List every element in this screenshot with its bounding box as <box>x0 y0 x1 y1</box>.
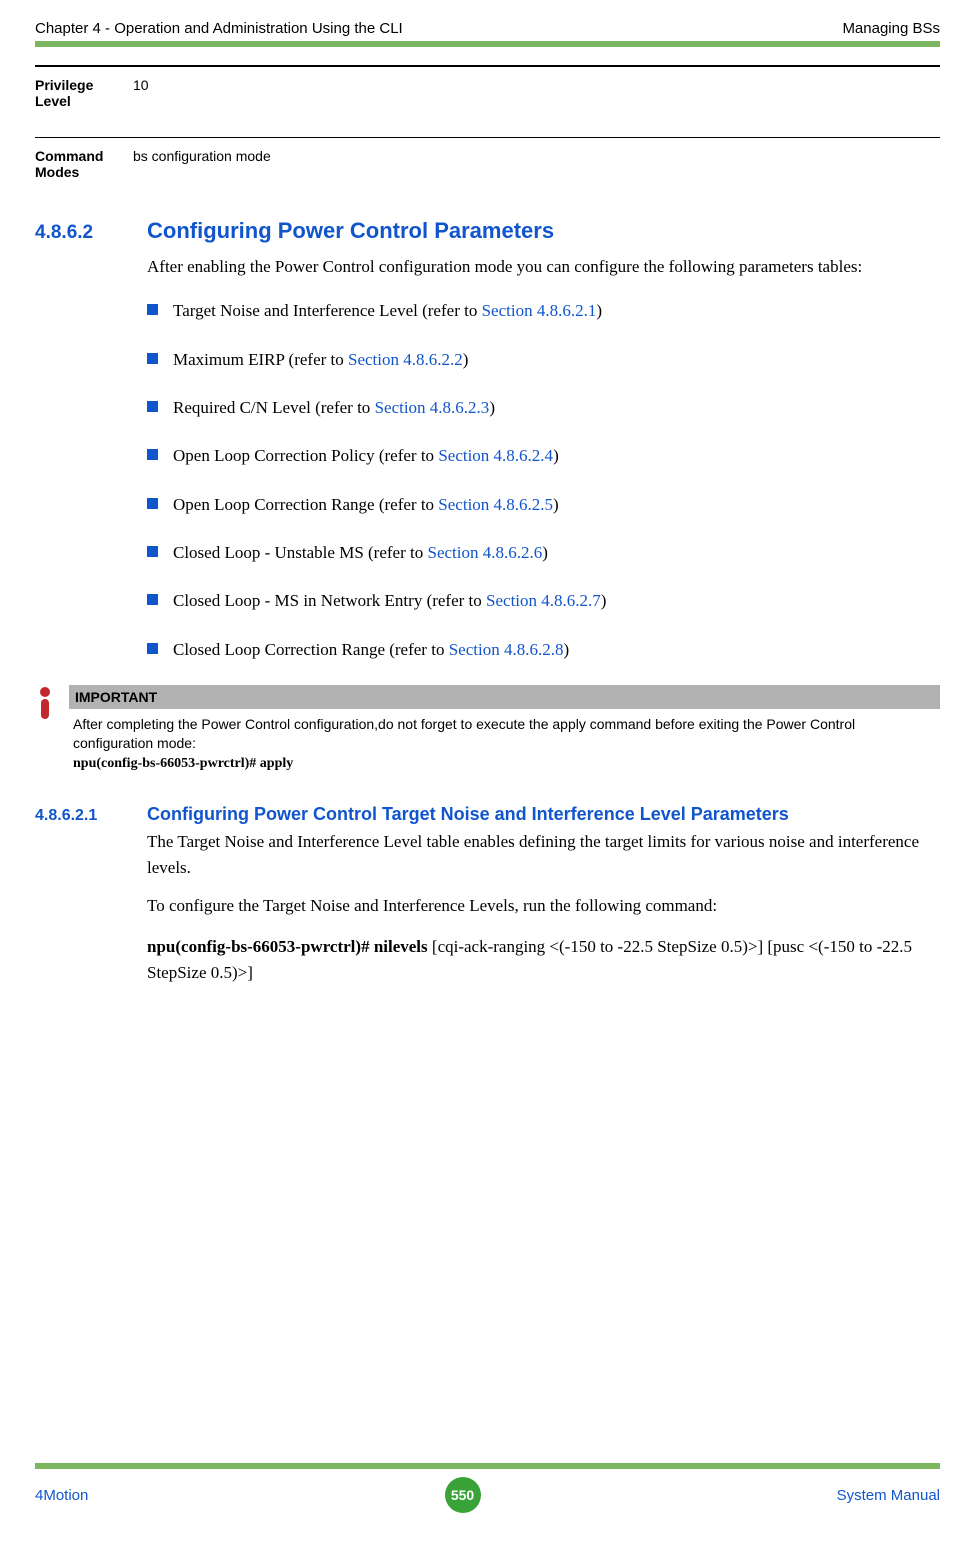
bullet-post: ) <box>463 350 469 369</box>
bullet-post: ) <box>601 591 607 610</box>
section-link[interactable]: Section 4.8.6.2.1 <box>482 301 597 320</box>
section-link[interactable]: Section 4.8.6.2.2 <box>348 350 463 369</box>
footer-left: 4Motion <box>35 1487 88 1504</box>
section-number: 4.8.6.2 <box>35 222 147 244</box>
subsection-p1: The Target Noise and Interference Level … <box>147 829 940 882</box>
command-bold: npu(config-bs-66053-pwrctrl)# nilevels <box>147 937 428 956</box>
section-link[interactable]: Section 4.8.6.2.6 <box>427 543 542 562</box>
footer-right-link[interactable]: System Manual <box>837 1487 940 1504</box>
bullet-post: ) <box>553 495 559 514</box>
note-text-line: After completing the Power Control confi… <box>73 716 855 751</box>
page-number-badge: 550 <box>445 1477 481 1513</box>
bullet-pre: Closed Loop - Unstable MS (refer to <box>173 543 427 562</box>
section-link[interactable]: Section 4.8.6.2.3 <box>375 398 490 417</box>
list-item: Target Noise and Interference Level (ref… <box>147 298 940 324</box>
header-left: Chapter 4 - Operation and Administration… <box>35 20 403 37</box>
meta-table: Privilege Level 10 Command Modes bs conf… <box>35 65 940 208</box>
modes-value: bs configuration mode <box>127 138 271 208</box>
list-item: Required C/N Level (refer to Section 4.8… <box>147 395 940 421</box>
section-link[interactable]: Section 4.8.6.2.5 <box>438 495 553 514</box>
section-title: Configuring Power Control Parameters <box>147 218 554 244</box>
section-link[interactable]: Section 4.8.6.2.8 <box>449 640 564 659</box>
note-title: IMPORTANT <box>69 685 940 709</box>
command-line: npu(config-bs-66053-pwrctrl)# nilevels [… <box>147 934 940 987</box>
important-note: IMPORTANT After completing the Power Con… <box>35 685 940 774</box>
list-item: Closed Loop - Unstable MS (refer to Sect… <box>147 540 940 566</box>
bullet-list: Target Noise and Interference Level (ref… <box>147 298 940 663</box>
subsection-heading: 4.8.6.2.1 Configuring Power Control Targ… <box>35 804 940 825</box>
bullet-post: ) <box>596 301 602 320</box>
bullet-post: ) <box>542 543 548 562</box>
note-command: npu(config-bs-66053-pwrctrl)# apply <box>73 756 293 771</box>
page-footer: 4Motion 550 System Manual <box>35 1463 940 1513</box>
bullet-pre: Open Loop Correction Policy (refer to <box>173 446 438 465</box>
meta-row-privilege: Privilege Level 10 <box>35 65 940 137</box>
section-link[interactable]: Section 4.8.6.2.4 <box>438 446 553 465</box>
bullet-pre: Closed Loop - MS in Network Entry (refer… <box>173 591 486 610</box>
list-item: Closed Loop Correction Range (refer to S… <box>147 637 940 663</box>
bullet-post: ) <box>489 398 495 417</box>
bullet-pre: Target Noise and Interference Level (ref… <box>173 301 482 320</box>
meta-row-modes: Command Modes bs configuration mode <box>35 137 940 208</box>
privilege-label: Privilege Level <box>35 67 127 137</box>
subsection-title: Configuring Power Control Target Noise a… <box>147 804 789 825</box>
header-right: Managing BSs <box>842 20 940 37</box>
bullet-pre: Closed Loop Correction Range (refer to <box>173 640 449 659</box>
list-item: Open Loop Correction Range (refer to Sec… <box>147 492 940 518</box>
list-item: Open Loop Correction Policy (refer to Se… <box>147 443 940 469</box>
bullet-pre: Maximum EIRP (refer to <box>173 350 348 369</box>
section-intro: After enabling the Power Control configu… <box>147 254 940 280</box>
section-link[interactable]: Section 4.8.6.2.7 <box>486 591 601 610</box>
page-header: Chapter 4 - Operation and Administration… <box>35 20 940 47</box>
subsection-number: 4.8.6.2.1 <box>35 807 147 825</box>
list-item: Closed Loop - MS in Network Entry (refer… <box>147 588 940 614</box>
bullet-pre: Open Loop Correction Range (refer to <box>173 495 438 514</box>
bullet-post: ) <box>563 640 569 659</box>
section-heading: 4.8.6.2 Configuring Power Control Parame… <box>35 218 940 244</box>
bullet-post: ) <box>553 446 559 465</box>
list-item: Maximum EIRP (refer to Section 4.8.6.2.2… <box>147 347 940 373</box>
note-text: After completing the Power Control confi… <box>69 709 940 774</box>
important-icon <box>35 685 69 774</box>
privilege-value: 10 <box>127 67 149 137</box>
bullet-pre: Required C/N Level (refer to <box>173 398 375 417</box>
modes-label: Command Modes <box>35 138 127 208</box>
subsection-p2: To configure the Target Noise and Interf… <box>147 893 940 919</box>
